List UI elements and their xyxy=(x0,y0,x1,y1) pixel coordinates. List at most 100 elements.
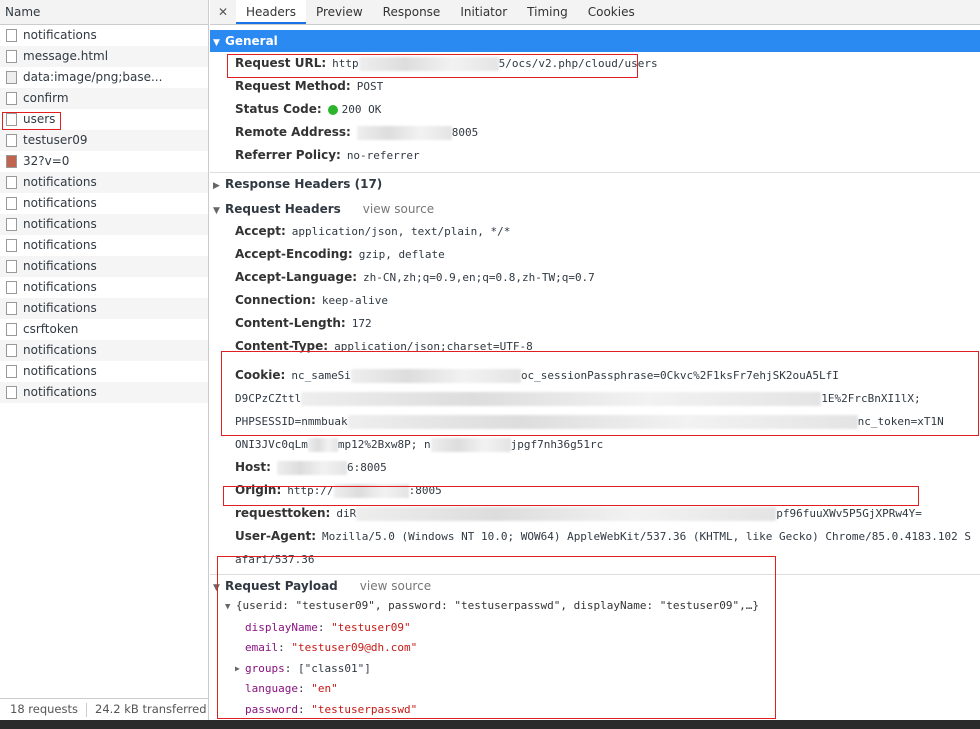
label: requesttoken: xyxy=(235,506,331,520)
file-icon xyxy=(6,323,17,336)
value: 200 OK xyxy=(341,103,382,116)
details-tabs: ✕ Headers Preview Response Initiator Tim… xyxy=(210,0,980,25)
request-list-panel: Name notifications message.html data:image… xyxy=(0,0,209,720)
file-icon xyxy=(6,155,17,168)
value: 8005 xyxy=(451,126,479,139)
request-item[interactable]: confirm xyxy=(0,88,208,109)
value: no-referrer xyxy=(346,149,420,162)
close-icon[interactable]: ✕ xyxy=(210,0,236,24)
highlight-box xyxy=(223,486,919,506)
file-icon xyxy=(6,176,17,189)
request-method-row: Request Method: POST xyxy=(210,75,980,98)
request-item[interactable]: notifications xyxy=(0,256,208,277)
request-name: notifications xyxy=(23,217,97,231)
label: Request Method: xyxy=(235,79,351,93)
status-dot-icon xyxy=(327,104,338,115)
header-connection: Connection: keep-alive xyxy=(210,289,980,312)
value: mp12%2Bxw8P; n xyxy=(337,438,431,451)
value: 172 xyxy=(351,317,372,330)
request-name: notifications xyxy=(23,385,97,399)
request-item[interactable]: notifications xyxy=(0,382,208,403)
triangle-down-icon: ▼ xyxy=(213,38,220,48)
redacted xyxy=(276,460,347,475)
highlight-box xyxy=(221,351,979,436)
value: keep-alive xyxy=(321,294,389,307)
view-source-link[interactable]: view source xyxy=(363,202,434,216)
tab-cookies[interactable]: Cookies xyxy=(578,0,645,24)
label: User-Agent: xyxy=(235,529,317,543)
highlight-box xyxy=(217,556,776,719)
header-host: Host: 6:8005 xyxy=(210,456,980,479)
request-name: 32?v=0 xyxy=(23,154,70,168)
taskbar xyxy=(0,720,980,729)
request-name: confirm xyxy=(23,91,69,105)
file-icon xyxy=(6,344,17,357)
request-name: notifications xyxy=(23,259,97,273)
request-headers-header[interactable]: ▼ Request Headers view source xyxy=(210,198,980,220)
request-item[interactable]: notifications xyxy=(0,25,208,46)
request-name: notifications xyxy=(23,301,97,315)
value: jpgf7nh36g51rc xyxy=(510,438,604,451)
file-icon xyxy=(6,29,17,42)
file-icon xyxy=(6,386,17,399)
value: application/json, text/plain, */* xyxy=(291,225,511,238)
request-count: 18 requests xyxy=(10,702,78,716)
highlight-box xyxy=(2,112,61,130)
general-section-header[interactable]: ▼ General xyxy=(210,30,980,52)
file-icon xyxy=(6,281,17,294)
label: Host: xyxy=(235,460,271,474)
value: pf96fuuXWv5P5GjXPRw4Y= xyxy=(776,507,922,520)
request-item[interactable]: 32?v=0 xyxy=(0,151,208,172)
remote-address-row: Remote Address: 8005 xyxy=(210,121,980,144)
response-headers-header[interactable]: ▶ Response Headers (17) xyxy=(210,172,980,194)
tab-initiator[interactable]: Initiator xyxy=(450,0,517,24)
request-name: notifications xyxy=(23,238,97,252)
title: Response Headers (17) xyxy=(225,177,383,191)
value: ONI3JVc0qLm xyxy=(235,438,308,451)
tab-response[interactable]: Response xyxy=(373,0,451,24)
request-name: notifications xyxy=(23,343,97,357)
label: Accept-Language: xyxy=(235,270,358,284)
request-item[interactable]: csrftoken xyxy=(0,319,208,340)
redacted xyxy=(307,437,338,452)
label: Status Code: xyxy=(235,102,322,116)
request-item[interactable]: notifications xyxy=(0,361,208,382)
general-title: General xyxy=(225,34,278,48)
header-cookie-cont: ONI3JVc0qLm mp12%2Bxw8P; n jpgf7nh36g51rc xyxy=(210,433,980,456)
label: Connection: xyxy=(235,293,316,307)
request-name: notifications xyxy=(23,175,97,189)
triangle-right-icon: ▶ xyxy=(213,181,220,191)
request-item[interactable]: notifications xyxy=(0,298,208,319)
label: Content-Length: xyxy=(235,316,346,330)
value: diR xyxy=(336,507,357,520)
title: Request Headers xyxy=(225,202,341,216)
request-item[interactable]: notifications xyxy=(0,340,208,361)
request-item[interactable]: data:image/png;base... xyxy=(0,67,208,88)
file-icon xyxy=(6,197,17,210)
label: Referrer Policy: xyxy=(235,148,341,162)
file-icon xyxy=(6,239,17,252)
tab-timing[interactable]: Timing xyxy=(517,0,578,24)
tab-headers[interactable]: Headers xyxy=(236,0,306,24)
request-item[interactable]: message.html xyxy=(0,46,208,67)
request-item[interactable]: testuser09 xyxy=(0,130,208,151)
request-name: testuser09 xyxy=(23,133,88,147)
request-item[interactable]: notifications xyxy=(0,235,208,256)
tab-preview[interactable]: Preview xyxy=(306,0,373,24)
request-name: notifications xyxy=(23,196,97,210)
request-name: notifications xyxy=(23,280,97,294)
label: Accept-Encoding: xyxy=(235,247,353,261)
request-item[interactable]: notifications xyxy=(0,277,208,298)
request-item[interactable]: notifications xyxy=(0,214,208,235)
file-icon xyxy=(6,50,17,63)
request-item[interactable]: notifications xyxy=(0,172,208,193)
value: zh-CN,zh;q=0.9,en;q=0.8,zh-TW;q=0.7 xyxy=(363,271,595,284)
header-accept-language: Accept-Language: zh-CN,zh;q=0.9,en;q=0.8,… xyxy=(210,266,980,289)
request-list: notifications message.html data:image/png;… xyxy=(0,25,208,403)
request-name: data:image/png;base... xyxy=(23,70,163,84)
request-item[interactable]: notifications xyxy=(0,193,208,214)
label: Remote Address: xyxy=(235,125,351,139)
file-icon xyxy=(6,260,17,273)
header-accept-encoding: Accept-Encoding: gzip, deflate xyxy=(210,243,980,266)
name-column-header[interactable]: Name xyxy=(0,0,208,25)
